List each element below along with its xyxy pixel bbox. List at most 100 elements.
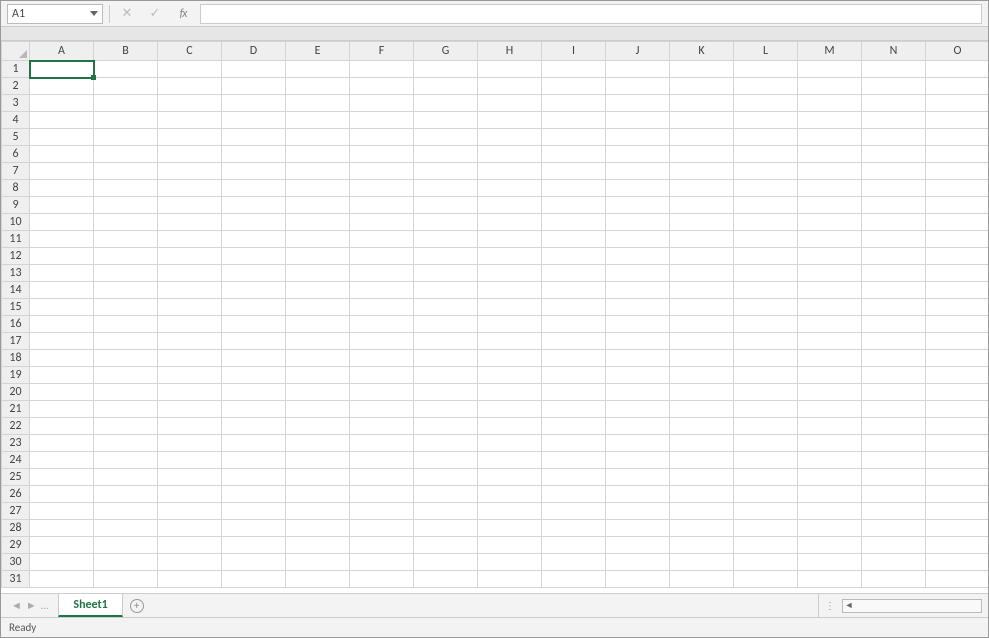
cell[interactable] (734, 452, 798, 469)
column-header[interactable]: N (862, 42, 926, 61)
cell[interactable] (670, 571, 734, 588)
cell[interactable] (734, 180, 798, 197)
cell[interactable] (350, 78, 414, 95)
cell[interactable] (30, 486, 94, 503)
cell[interactable] (158, 316, 222, 333)
cell[interactable] (158, 248, 222, 265)
cell[interactable] (542, 520, 606, 537)
cell[interactable] (94, 469, 158, 486)
cell[interactable] (542, 265, 606, 282)
cell[interactable] (798, 537, 862, 554)
cell[interactable] (158, 214, 222, 231)
cell[interactable] (350, 197, 414, 214)
cell[interactable] (542, 554, 606, 571)
cell[interactable] (862, 163, 926, 180)
cell[interactable] (350, 333, 414, 350)
cell[interactable] (222, 571, 286, 588)
horizontal-scrollbar[interactable]: ◄ (842, 599, 982, 613)
cell[interactable] (222, 197, 286, 214)
cell[interactable] (542, 112, 606, 129)
cell[interactable] (926, 197, 989, 214)
cell[interactable] (670, 248, 734, 265)
row-header[interactable]: 30 (2, 554, 30, 571)
cell[interactable] (734, 61, 798, 78)
cell[interactable] (734, 231, 798, 248)
cell[interactable] (798, 486, 862, 503)
cell[interactable] (606, 129, 670, 146)
cell[interactable] (926, 554, 989, 571)
cell[interactable] (542, 537, 606, 554)
cell[interactable] (478, 503, 542, 520)
cell[interactable] (606, 180, 670, 197)
cell[interactable] (798, 214, 862, 231)
cell[interactable] (30, 350, 94, 367)
cell[interactable] (798, 265, 862, 282)
cell[interactable] (286, 469, 350, 486)
cell[interactable] (862, 146, 926, 163)
cell[interactable] (606, 486, 670, 503)
cell[interactable] (862, 112, 926, 129)
cell[interactable] (414, 299, 478, 316)
cell[interactable] (478, 316, 542, 333)
cell[interactable] (286, 571, 350, 588)
cell[interactable] (734, 112, 798, 129)
cell[interactable] (350, 452, 414, 469)
cell[interactable] (542, 503, 606, 520)
cell[interactable] (286, 78, 350, 95)
cell[interactable] (734, 333, 798, 350)
cell[interactable] (606, 367, 670, 384)
column-header[interactable]: B (94, 42, 158, 61)
cell[interactable] (94, 503, 158, 520)
cell[interactable] (478, 452, 542, 469)
cell[interactable] (798, 248, 862, 265)
cell[interactable] (350, 554, 414, 571)
tab-next-button[interactable]: ► (26, 599, 37, 612)
cell[interactable] (670, 231, 734, 248)
cell[interactable] (286, 384, 350, 401)
cell[interactable] (542, 452, 606, 469)
cell[interactable] (606, 265, 670, 282)
cell[interactable] (862, 384, 926, 401)
column-header[interactable]: I (542, 42, 606, 61)
cell[interactable] (94, 265, 158, 282)
cell[interactable] (414, 78, 478, 95)
cell[interactable] (606, 537, 670, 554)
cell[interactable] (222, 78, 286, 95)
cell[interactable] (94, 486, 158, 503)
cell[interactable] (414, 571, 478, 588)
cell[interactable] (734, 248, 798, 265)
cell[interactable] (670, 282, 734, 299)
row-header[interactable]: 27 (2, 503, 30, 520)
cell[interactable] (94, 418, 158, 435)
cell[interactable] (94, 452, 158, 469)
cell[interactable] (222, 129, 286, 146)
column-header[interactable]: L (734, 42, 798, 61)
cell[interactable] (798, 333, 862, 350)
column-header[interactable]: D (222, 42, 286, 61)
cell[interactable] (734, 520, 798, 537)
tab-options-button[interactable]: ⋮ (825, 599, 836, 612)
cell[interactable] (734, 503, 798, 520)
cell[interactable] (542, 146, 606, 163)
cell[interactable] (798, 61, 862, 78)
cell[interactable] (862, 197, 926, 214)
cell[interactable] (286, 299, 350, 316)
cell[interactable] (350, 214, 414, 231)
cell[interactable] (670, 435, 734, 452)
cell[interactable] (350, 571, 414, 588)
cell[interactable] (926, 95, 989, 112)
cell[interactable] (606, 95, 670, 112)
cell[interactable] (286, 537, 350, 554)
cell[interactable] (414, 316, 478, 333)
cell[interactable] (670, 180, 734, 197)
cell[interactable] (158, 282, 222, 299)
column-header[interactable]: E (286, 42, 350, 61)
cell[interactable] (30, 418, 94, 435)
sheet-tab-active[interactable]: Sheet1 (58, 594, 122, 617)
cell[interactable] (158, 112, 222, 129)
cell[interactable] (798, 554, 862, 571)
cell[interactable] (222, 401, 286, 418)
cell[interactable] (798, 282, 862, 299)
cell[interactable] (30, 537, 94, 554)
cell[interactable] (862, 401, 926, 418)
